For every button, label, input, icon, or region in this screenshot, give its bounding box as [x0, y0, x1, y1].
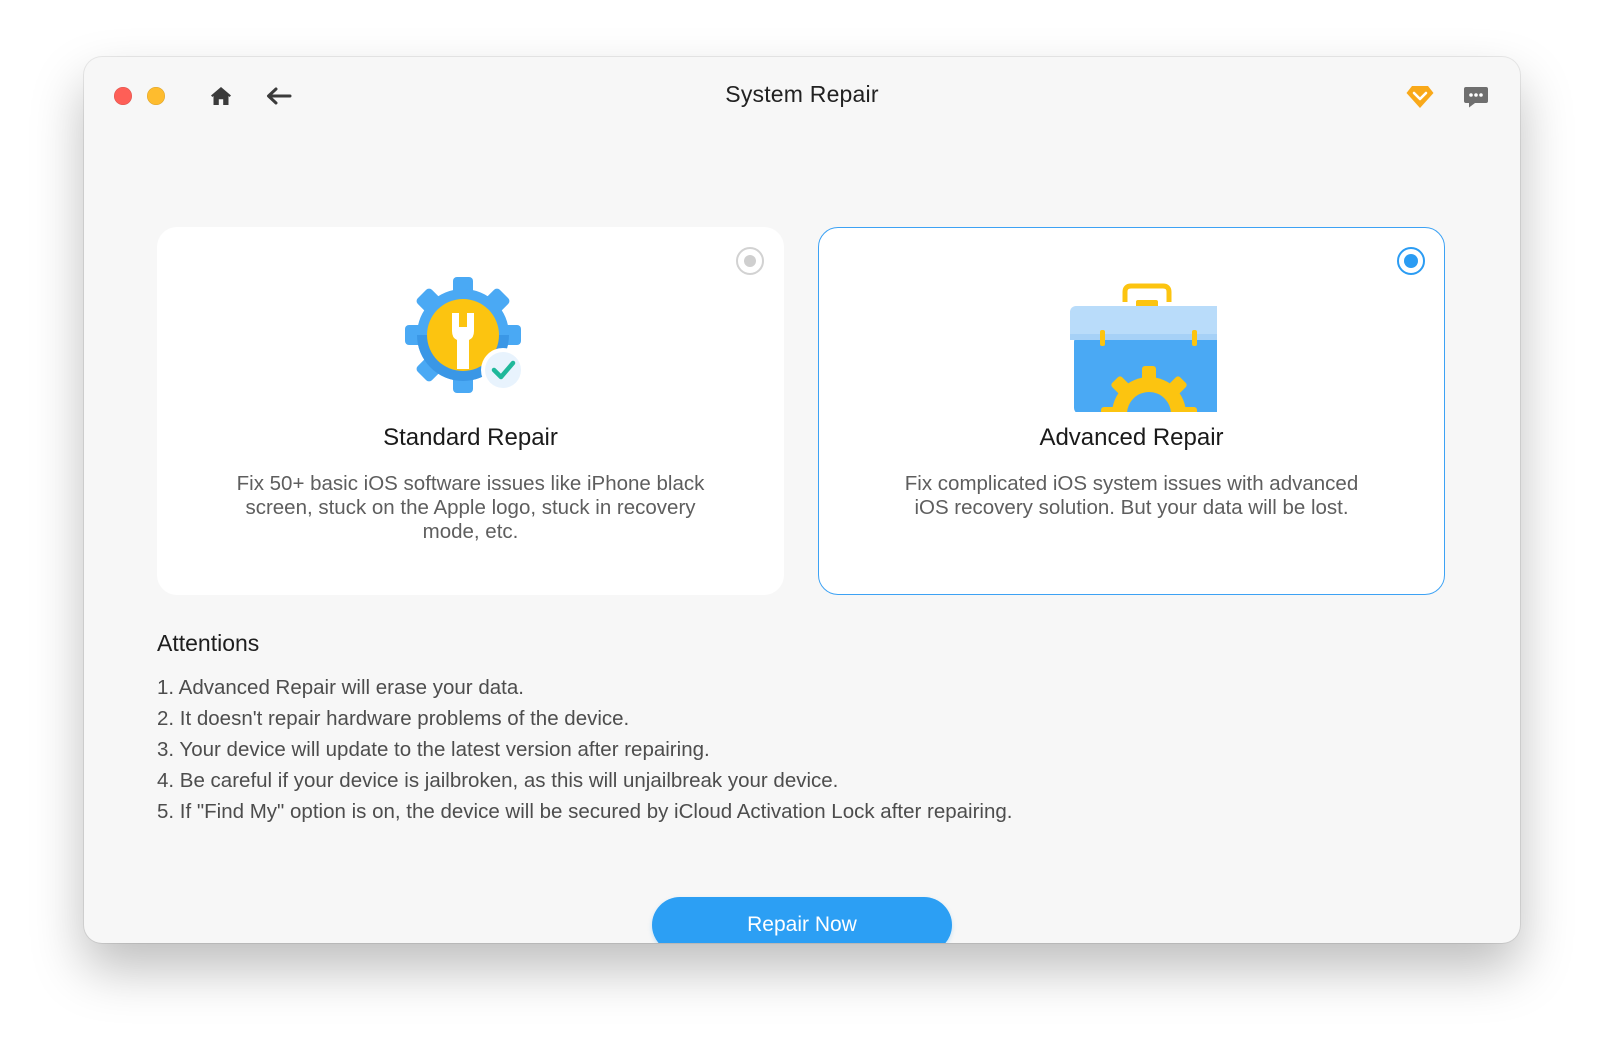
- attention-item: 2. It doesn't repair hardware problems o…: [157, 707, 630, 730]
- attention-item: 3. Your device will update to the latest…: [157, 738, 710, 761]
- attentions-list: 1. Advanced Repair will erase your data.…: [157, 672, 1013, 827]
- diamond-icon: [1406, 86, 1434, 108]
- feedback-button[interactable]: [1460, 81, 1492, 113]
- premium-button[interactable]: [1404, 81, 1436, 113]
- app-window: System Repair Standard Repair Fix 50+ ba…: [84, 57, 1520, 943]
- standard-repair-title: Standard Repair: [383, 424, 558, 451]
- attention-item: 1. Advanced Repair will erase your data.: [157, 676, 524, 699]
- advanced-repair-description: Fix complicated iOS system issues with a…: [904, 472, 1359, 519]
- standard-repair-card[interactable]: Standard Repair Fix 50+ basic iOS softwa…: [157, 227, 784, 595]
- attention-item: 4. Be careful if your device is jailbrok…: [157, 769, 839, 792]
- title-bar: System Repair: [84, 57, 1520, 133]
- window-title: System Repair: [725, 81, 879, 107]
- chat-bubble-icon: [1464, 87, 1488, 108]
- attentions-heading: Attentions: [157, 630, 260, 656]
- standard-repair-description: Fix 50+ basic iOS software issues like i…: [236, 472, 705, 543]
- advanced-repair-radio[interactable]: [1397, 247, 1425, 275]
- standard-repair-radio[interactable]: [736, 247, 764, 275]
- advanced-repair-title: Advanced Repair: [1039, 424, 1224, 451]
- gear-wrench-check-icon: [404, 277, 525, 393]
- repair-now-button[interactable]: Repair Now: [652, 897, 952, 943]
- advanced-repair-card[interactable]: Advanced Repair Fix complicated iOS syst…: [818, 227, 1445, 595]
- toolbox-gear-icon: [1069, 283, 1217, 412]
- attention-item: 5. If "Find My" option is on, the device…: [157, 800, 1013, 823]
